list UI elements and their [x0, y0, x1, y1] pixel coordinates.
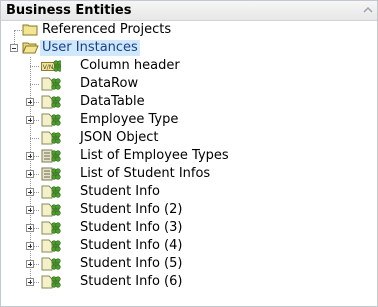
panel-header: Business Entities	[1, 1, 377, 21]
tree-item-label: Column header	[80, 58, 180, 73]
object-icon	[41, 221, 61, 235]
object-icon	[41, 239, 61, 253]
expand-toggle-icon[interactable]	[26, 188, 34, 196]
tree-item-referenced-projects[interactable]: Referenced Projects	[1, 21, 377, 39]
tree-item-instance[interactable]: V/N Column header	[1, 57, 377, 75]
tree-item-instance[interactable]: Employee Type	[1, 111, 377, 129]
tree-item-label: Student Info (2)	[80, 202, 183, 217]
expand-toggle-icon[interactable]	[26, 260, 34, 268]
tree-item-instance[interactable]: List of Employee Types	[1, 147, 377, 165]
tree-item-label: Student Info (5)	[80, 256, 183, 271]
tree-item-label: Employee Type	[80, 112, 179, 127]
tree-item-instance[interactable]: Student Info	[1, 183, 377, 201]
tree-item-instance[interactable]: Student Info (3)	[1, 219, 377, 237]
expand-toggle-icon[interactable]	[26, 242, 34, 250]
tree-item-label: Student Info (6)	[80, 274, 183, 289]
tree-item-instance[interactable]: DataRow	[1, 75, 377, 93]
tree-item-label: DataTable	[80, 94, 145, 109]
business-entities-panel: Business Entities Referenced Projects Us…	[0, 0, 378, 307]
tree-item-instance[interactable]: Student Info (5)	[1, 255, 377, 273]
expand-toggle-icon[interactable]	[26, 278, 34, 286]
collapse-toggle-icon[interactable]	[10, 44, 18, 52]
tree-item-instance[interactable]: JSON Object	[1, 129, 377, 147]
tree-item-instance[interactable]: DataTable	[1, 93, 377, 111]
object-icon	[41, 203, 61, 217]
tree-branch-line	[30, 84, 39, 85]
tree-item-label: Student Info (4)	[80, 238, 183, 253]
expand-toggle-icon[interactable]	[26, 224, 34, 232]
scroll-up-arrow-icon[interactable]	[362, 4, 374, 16]
tree-item-instance[interactable]: Student Info (2)	[1, 201, 377, 219]
tree-item-instance[interactable]: List of Student Infos	[1, 165, 377, 183]
tree-branch-line	[30, 138, 39, 139]
object-icon	[41, 95, 61, 109]
expand-toggle-icon[interactable]	[26, 170, 34, 178]
tree-item-label: DataRow	[80, 76, 139, 91]
folder-open-icon	[22, 42, 39, 54]
tree-item-instance[interactable]: Student Info (4)	[1, 237, 377, 255]
expand-toggle-icon[interactable]	[26, 116, 34, 124]
list-icon	[41, 149, 61, 163]
object-icon	[41, 113, 61, 127]
value-pair-icon: V/N	[41, 60, 61, 72]
tree-item-label: Student Info (3)	[80, 220, 183, 235]
expand-toggle-icon[interactable]	[26, 98, 34, 106]
object-icon	[41, 77, 61, 91]
tree-item-label: User Instances	[40, 40, 140, 56]
tree-item-label: JSON Object	[80, 130, 159, 145]
tree-item-label: List of Student Infos	[80, 166, 211, 181]
tree-item-label: List of Employee Types	[80, 148, 229, 163]
object-icon	[41, 275, 61, 289]
object-icon	[41, 257, 61, 271]
tree-item-user-instances[interactable]: User Instances	[1, 39, 377, 57]
svg-text:V/N: V/N	[43, 64, 54, 71]
tree-item-label: Student Info	[80, 184, 160, 199]
entity-tree: Referenced Projects User Instances V/N Co…	[1, 21, 377, 306]
folder-closed-icon	[22, 24, 38, 36]
tree-item-instance[interactable]: Student Info (6)	[1, 273, 377, 291]
list-icon	[41, 167, 61, 181]
object-icon	[41, 185, 61, 199]
object-icon	[41, 131, 61, 145]
panel-title: Business Entities	[6, 3, 132, 18]
tree-branch-line	[30, 66, 39, 67]
expand-toggle-icon[interactable]	[26, 206, 34, 214]
expand-toggle-icon[interactable]	[26, 152, 34, 160]
tree-item-label: Referenced Projects	[42, 22, 172, 37]
